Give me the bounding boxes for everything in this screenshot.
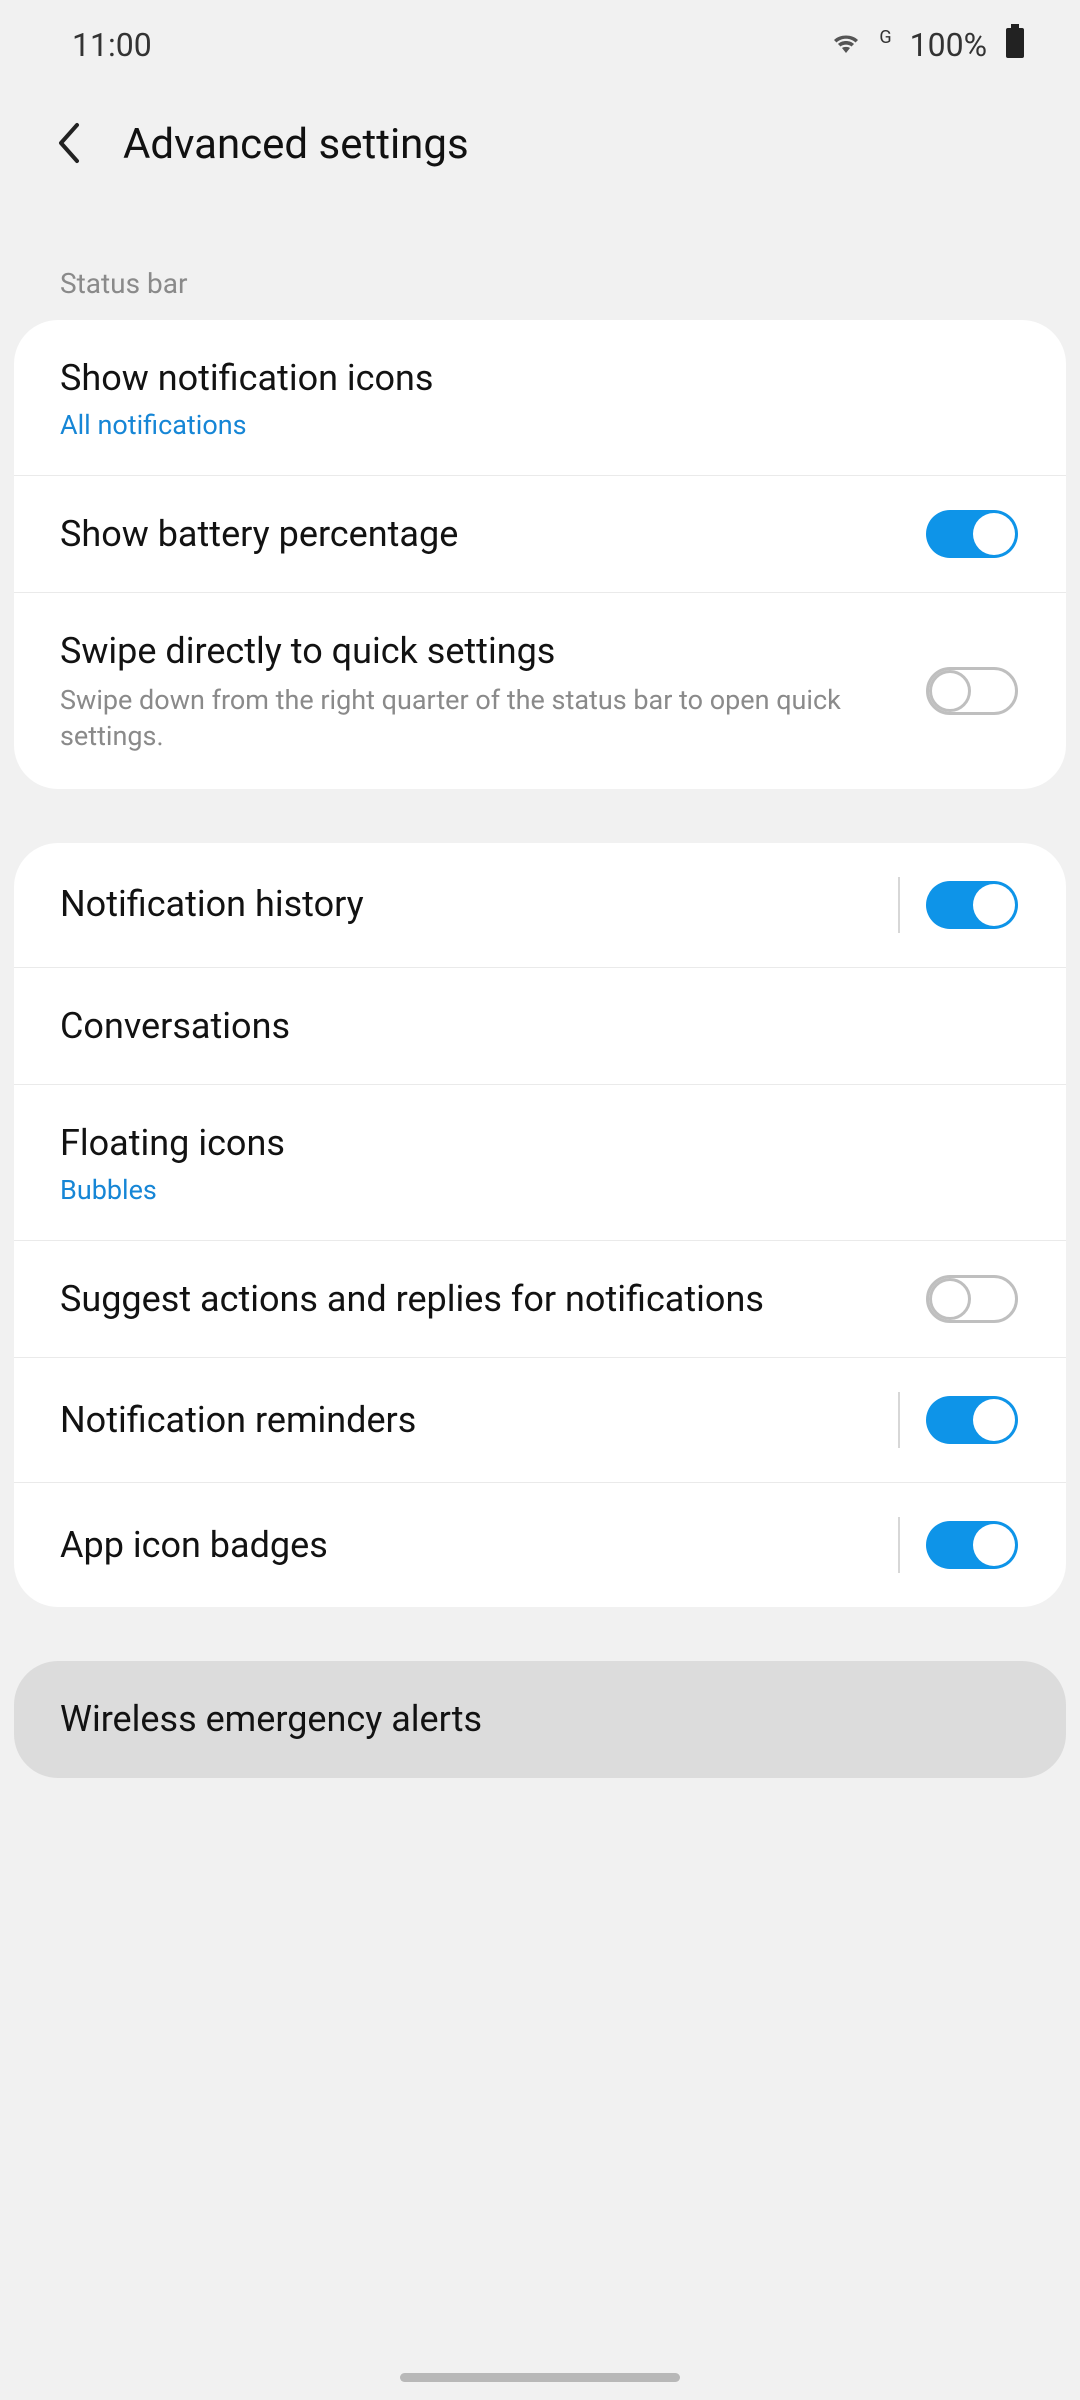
row-suggest-actions[interactable]: Suggest actions and replies for notifica… [14,1240,1066,1358]
section-label-status-bar: Status bar [0,229,1080,320]
divider-icon [898,1392,900,1448]
row-wireless-emergency-alerts[interactable]: Wireless emergency alerts [14,1661,1066,1778]
wifi-icon [831,26,861,64]
row-subtitle: All notifications [60,409,988,441]
row-title: Show battery percentage [60,510,896,559]
row-title: Show notification icons [60,354,988,403]
row-conversations[interactable]: Conversations [14,967,1066,1085]
header: Advanced settings [0,90,1080,229]
row-title: App icon badges [60,1521,868,1570]
toggle-show-battery-percentage[interactable] [926,510,1018,558]
row-swipe-quick-settings[interactable]: Swipe directly to quick settings Swipe d… [14,592,1066,788]
row-title: Conversations [60,1002,988,1051]
divider-icon [898,877,900,933]
row-show-notification-icons[interactable]: Show notification icons All notification… [14,320,1066,475]
card-notifications: Notification history Conversations Float… [14,843,1066,1608]
row-title: Notification reminders [60,1396,868,1445]
row-app-icon-badges[interactable]: App icon badges [14,1482,1066,1607]
row-floating-icons[interactable]: Floating icons Bubbles [14,1084,1066,1240]
battery-icon [1005,24,1025,66]
row-title: Floating icons [60,1119,988,1168]
row-title: Notification history [60,880,868,929]
toggle-suggest-actions[interactable] [926,1275,1018,1323]
row-subtitle: Swipe down from the right quarter of the… [60,682,896,755]
toggle-notification-history[interactable] [926,881,1018,929]
battery-percent: 100% [910,26,987,64]
card-wireless-emergency: Wireless emergency alerts [14,1661,1066,1778]
back-icon[interactable] [55,121,83,169]
status-bar: 11:00 G 100% [0,0,1080,90]
row-subtitle: Bubbles [60,1174,988,1206]
page-title: Advanced settings [123,120,469,169]
status-time: 11:00 [72,26,152,64]
divider-icon [898,1517,900,1573]
toggle-swipe-quick-settings[interactable] [926,667,1018,715]
status-right: G 100% [831,24,1025,66]
row-title: Swipe directly to quick settings [60,627,896,676]
row-notification-history[interactable]: Notification history [14,843,1066,967]
card-status-bar: Show notification icons All notification… [14,320,1066,789]
row-title: Suggest actions and replies for notifica… [60,1275,896,1324]
row-title: Wireless emergency alerts [60,1695,988,1744]
row-show-battery-percentage[interactable]: Show battery percentage [14,475,1066,593]
toggle-notification-reminders[interactable] [926,1396,1018,1444]
gesture-handle[interactable] [400,2373,680,2382]
network-type-indicator: G [879,27,891,48]
row-notification-reminders[interactable]: Notification reminders [14,1357,1066,1482]
toggle-app-icon-badges[interactable] [926,1521,1018,1569]
